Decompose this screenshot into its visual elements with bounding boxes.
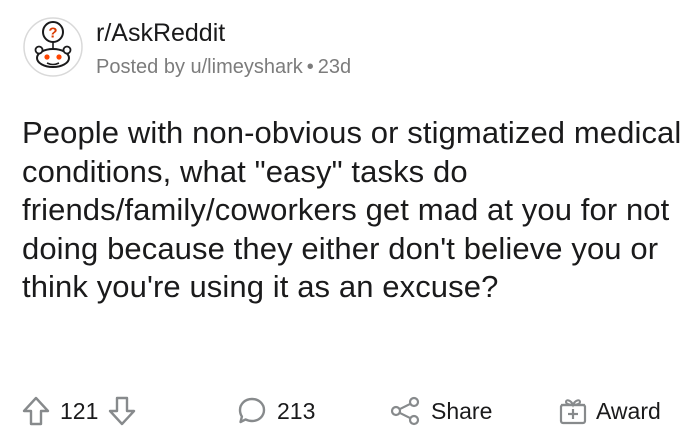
award-button[interactable]: Award [558, 388, 661, 434]
comments-button[interactable]: 213 [237, 388, 315, 434]
posted-by[interactable]: Posted by u/limeyshark [96, 56, 303, 78]
share-icon [390, 396, 420, 426]
post-header: ? r/AskReddit Posted by u/limeyshark • 23d [22, 16, 682, 86]
post-title[interactable]: People with non-obvious or stigmatized m… [22, 114, 682, 307]
byline-separator: • [306, 56, 314, 78]
post-byline: Posted by u/limeyshark • 23d [96, 54, 351, 80]
comment-count: 213 [277, 397, 316, 424]
post-meta: r/AskReddit Posted by u/limeyshark • 23d [96, 16, 351, 80]
arrow-down-icon[interactable] [108, 396, 136, 426]
award-label: Award [596, 397, 661, 424]
share-button[interactable]: Share [389, 388, 492, 434]
vote-controls: 121 [22, 388, 136, 434]
comment-bubble-icon [238, 397, 266, 424]
vote-count: 121 [60, 397, 99, 424]
subreddit-avatar-icon[interactable]: ? [22, 16, 84, 78]
svg-text:?: ? [48, 25, 57, 42]
arrow-up-icon[interactable] [22, 396, 50, 426]
subreddit-name[interactable]: r/AskReddit [96, 18, 351, 48]
post-age: 23d [317, 56, 352, 78]
gift-icon [559, 399, 587, 425]
share-label: Share [431, 397, 493, 424]
post-actions-bar: 121 213 Share Award [22, 388, 692, 434]
